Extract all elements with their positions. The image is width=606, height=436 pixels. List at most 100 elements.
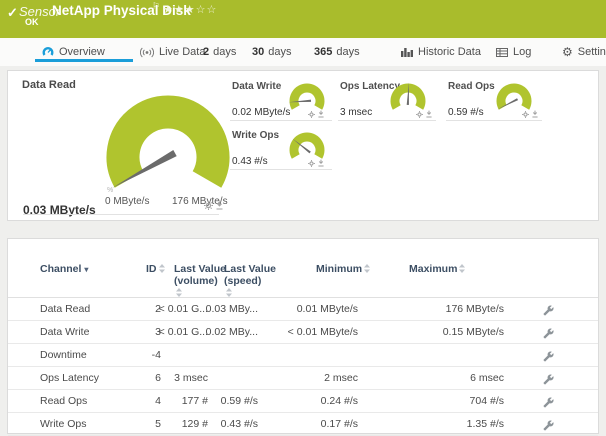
tab-label[interactable]: days [213,46,236,58]
gauge-controls [308,110,324,118]
column-header-minimum[interactable]: Minimum [316,263,371,276]
sort-arrows-icon[interactable] [364,264,371,276]
gauge-underline [338,120,436,121]
column-header-last-value-speed[interactable]: Last Value (speed) [224,263,276,300]
column-header-last-value-volume[interactable]: Last Value (volume) [174,263,226,300]
table-body: Data Read 2 < 0.01 G... 0.03 MBy... 0.01… [8,298,598,436]
tab-settings[interactable]: ⚙ Settings [562,38,606,66]
sort-arrows-icon[interactable] [158,264,165,276]
cell-maximum: 704 #/s [469,395,504,407]
tab-365-days[interactable]: 365 days [314,38,360,66]
gauge-controls [416,110,432,118]
tab-label[interactable]: days [268,46,291,58]
cell-channel: Ops Latency [40,372,99,384]
tab-30-days[interactable]: 30 days [252,38,292,66]
pin-down-icon[interactable] [318,110,324,118]
tab-label[interactable]: Log [513,46,531,58]
cell-last-value-speed: 0.03 MBy... [205,303,258,315]
gear-icon[interactable] [522,110,529,118]
gauge-scale-min: 0 MByte/s [105,196,150,207]
tab-label[interactable]: Settings [578,46,606,58]
table-row: Data Write 3 < 0.01 G... 0.02 MBy... < 0… [8,321,598,344]
gauge-write-ops: Write Ops 0.43 #/s [230,130,332,170]
cell-minimum: 2 msec [324,372,358,384]
gauge-title: Data Read [22,79,76,91]
tab-label[interactable]: days [336,46,359,58]
channel-table-panel: Channel ▾ ID Last Value (volume) Last Va… [7,238,599,436]
priority-stars[interactable]: ★★★☆☆ [163,3,217,16]
live-broadcast-icon [140,47,154,57]
table-row: Ops Latency 6 3 msec 2 msec 6 msec [8,367,598,390]
gauge-underline [230,169,332,170]
gauge-value: 0.02 MByte/s [232,107,291,118]
cell-last-value-speed: 0.43 #/s [220,418,258,430]
cell-minimum: < 0.01 MByte/s [287,326,358,338]
table-row: Downtime -4 [8,344,598,367]
table-header-row: Channel ▾ ID Last Value (volume) Last Va… [8,257,598,297]
cell-minimum: 0.01 MByte/s [296,303,358,315]
pin-down-icon[interactable] [216,201,223,210]
tab-label[interactable]: Overview [59,46,105,58]
cell-channel: Read Ops [40,395,88,407]
gauge-underline [446,120,542,121]
tab-number[interactable]: 365 [314,46,332,58]
gauge-icon [42,47,54,56]
tab-bar: Overview Live Data 2 days 30 days 365 da… [0,38,606,66]
table-row: Data Read 2 < 0.01 G... 0.03 MBy... 0.01… [8,298,598,321]
percent-toggle-icon[interactable]: % [107,187,113,194]
channel-settings-wrench-icon[interactable] [543,395,554,413]
gauge-value: 0.59 #/s [448,107,484,118]
cell-minimum: 0.17 #/s [320,418,358,430]
pin-down-icon[interactable] [426,110,432,118]
sort-arrows-icon[interactable] [459,264,466,276]
tab-historic-data[interactable]: Historic Data [401,38,481,66]
tab-live-data[interactable]: Live Data [140,38,205,66]
cell-maximum: 1.35 #/s [466,418,504,430]
gauge-read-ops: Read Ops 0.59 #/s [446,81,542,121]
flag-icon[interactable]: ⚐ [152,1,160,12]
pin-down-icon[interactable] [318,159,324,167]
tab-number[interactable]: 30 [252,46,264,58]
column-header-channel[interactable]: Channel ▾ [40,263,88,275]
sensor-header: ✓ Sensor NetApp Physical Disk ⚐ ★★★☆☆ OK [0,0,606,38]
cell-maximum: 176 MByte/s [445,303,504,315]
stars-empty[interactable]: ☆☆ [196,4,218,16]
active-tab-indicator [35,59,133,62]
gear-icon[interactable] [308,159,315,167]
sort-caret-icon[interactable]: ▾ [84,265,88,274]
column-header-maximum[interactable]: Maximum [409,263,466,276]
table-row: Read Ops 4 177 # 0.59 #/s 0.24 #/s 704 #… [8,390,598,413]
tab-2-days[interactable]: 2 days [203,38,236,66]
cell-minimum: 0.24 #/s [320,395,358,407]
gauge-underline [230,120,332,121]
gauge-controls [204,201,223,210]
tab-number[interactable]: 2 [203,46,209,58]
cell-channel: Data Write [40,326,90,338]
stars-filled[interactable]: ★★★ [163,4,196,16]
channel-settings-wrench-icon[interactable] [543,349,554,367]
gauge-ops-latency: Ops Latency 3 msec [338,81,436,121]
channel-settings-wrench-icon[interactable] [543,303,554,321]
tab-label[interactable]: Historic Data [418,46,481,58]
table-row: Write Ops 5 129 # 0.43 #/s 0.17 #/s 1.35… [8,413,598,436]
cell-channel: Data Read [40,303,91,315]
sensor-status-badge: OK [25,17,39,27]
channel-settings-wrench-icon[interactable] [543,418,554,436]
column-header-id[interactable]: ID [146,263,165,276]
cell-channel: Write Ops [40,418,87,430]
channel-settings-wrench-icon[interactable] [543,326,554,344]
gear-icon[interactable] [416,110,423,118]
cell-maximum: 0.15 MByte/s [442,326,504,338]
gauge-title: Write Ops [232,130,280,141]
tab-label[interactable]: Live Data [159,46,205,58]
gauge-underline [23,214,219,215]
cell-channel: Downtime [40,349,87,361]
channel-settings-wrench-icon[interactable] [543,372,554,390]
cell-minimum [258,344,358,366]
gauge-value: 3 msec [340,107,373,118]
pin-down-icon[interactable] [532,110,538,118]
gear-icon[interactable] [308,110,315,118]
cell-maximum [388,344,504,366]
tab-log[interactable]: Log [496,38,531,66]
gear-icon[interactable] [204,201,213,210]
